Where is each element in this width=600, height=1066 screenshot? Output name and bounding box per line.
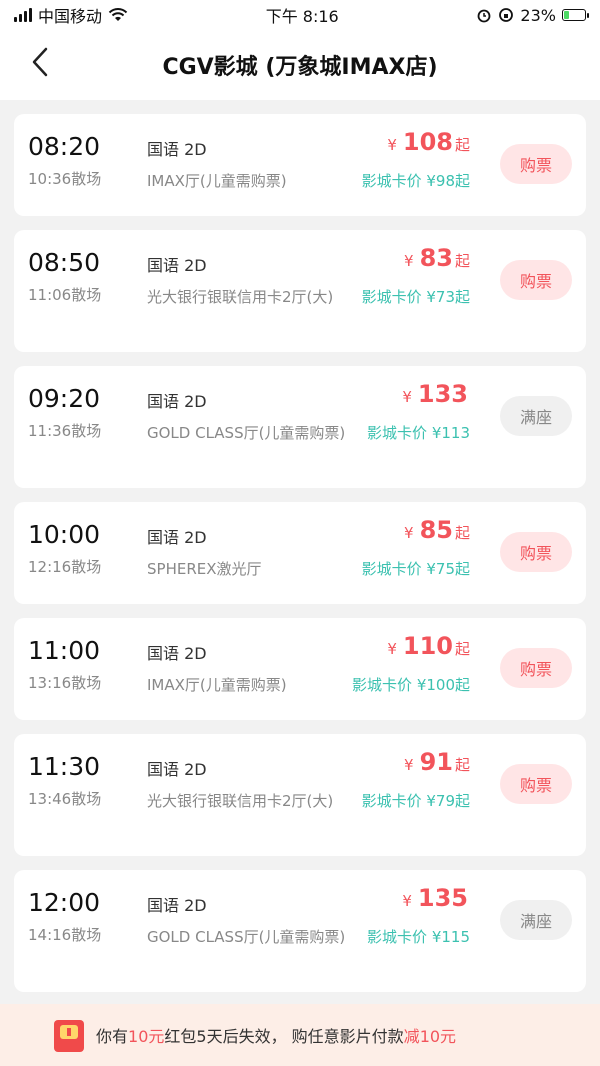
carrier-name: 中国移动 [38, 7, 103, 26]
language-format: 国语 2D [147, 140, 207, 159]
price-value: 83 [419, 244, 453, 272]
buy-ticket-button[interactable]: 购票 [500, 648, 572, 688]
price: ¥83 起 [404, 244, 470, 272]
hall-name: IMAX厅(儿童需购票) [147, 172, 287, 190]
price-value: 110 [402, 632, 453, 660]
alarm-icon [478, 9, 491, 23]
price: ¥110 起 [387, 632, 470, 660]
price-suffix: 起 [454, 136, 470, 154]
end-time: 11:36散场 [28, 422, 102, 440]
language-format: 国语 2D [147, 760, 207, 779]
yen-symbol: ¥ [402, 388, 412, 406]
end-time: 14:16散场 [28, 926, 102, 944]
start-time: 09:20 [28, 384, 101, 413]
price: ¥108 起 [387, 128, 470, 156]
hall-name: 光大银行银联信用卡2厅(大) [147, 288, 334, 306]
promo-text: 你有10元红包5天后失效， 购任意影片付款减10元 [96, 1023, 456, 1047]
price: ¥91 起 [404, 748, 470, 776]
language-format: 国语 2D [147, 896, 207, 915]
showtime-card[interactable]: 11:00 13:16散场 国语 2D IMAX厅(儿童需购票) ¥110 起影城卡价 ¥… [14, 618, 586, 720]
language-format: 国语 2D [147, 256, 207, 275]
back-button[interactable] [22, 44, 58, 80]
price-suffix: 起 [454, 252, 470, 270]
showtime-card[interactable]: 11:30 13:46散场 国语 2D 光大银行银联信用卡2厅(大) ¥91 起影城卡价 … [14, 734, 586, 856]
start-time: 08:20 [28, 132, 101, 161]
price-value: 91 [419, 748, 453, 776]
yen-symbol: ¥ [404, 524, 414, 542]
rotation-lock-icon [499, 8, 514, 22]
member-card-price: 影城卡价 ¥100起 [352, 676, 470, 694]
promo-amount: 10元 [419, 1027, 457, 1046]
price: ¥133 [402, 380, 470, 408]
price-value: 133 [417, 380, 468, 408]
price: ¥85 起 [404, 516, 470, 544]
buy-ticket-button[interactable]: 购票 [500, 532, 572, 572]
buy-ticket-button[interactable]: 购票 [500, 144, 572, 184]
language-format: 国语 2D [147, 392, 207, 411]
chevron-left-icon [32, 47, 48, 77]
end-time: 12:16散场 [28, 558, 102, 576]
promo-amount: 10元 [128, 1027, 165, 1046]
end-time: 13:46散场 [28, 790, 102, 808]
buy-ticket-button[interactable]: 购票 [500, 764, 572, 804]
language-format: 国语 2D [147, 644, 207, 663]
price: ¥135 [402, 884, 470, 912]
end-time: 11:06散场 [28, 286, 102, 304]
yen-symbol: ¥ [404, 252, 414, 270]
yen-symbol: ¥ [387, 640, 397, 658]
showtime-card[interactable]: 08:50 11:06散场 国语 2D 光大银行银联信用卡2厅(大) ¥83 起影城卡价 … [14, 230, 586, 352]
battery-icon [561, 9, 589, 21]
signal-icon [14, 8, 32, 22]
start-time: 12:00 [28, 888, 101, 917]
yen-symbol: ¥ [402, 892, 412, 910]
member-card-price: 影城卡价 ¥113 [367, 424, 470, 442]
member-card-price: 影城卡价 ¥75起 [361, 560, 470, 578]
yen-symbol: ¥ [404, 756, 414, 774]
promo-text-part: 红包5天后失效， 购任意影片付款 [164, 1027, 404, 1046]
member-card-price: 影城卡价 ¥73起 [361, 288, 470, 306]
wifi-icon [108, 8, 128, 21]
price-value: 108 [402, 128, 453, 156]
language-format: 国语 2D [147, 528, 207, 547]
price-value: 135 [417, 884, 468, 912]
promo-text-part: 减 [403, 1027, 420, 1046]
nav-header: CGV影城 (万象城IMAX店) [0, 30, 600, 100]
price-suffix: 起 [454, 524, 470, 542]
end-time: 13:16散场 [28, 674, 102, 692]
showtime-card[interactable]: 08:20 10:36散场 国语 2D IMAX厅(儿童需购票) ¥108 起影城卡价 ¥… [14, 114, 586, 216]
end-time: 10:36散场 [28, 170, 102, 188]
red-packet-icon [54, 1020, 84, 1052]
hall-name: IMAX厅(儿童需购票) [147, 676, 287, 694]
hall-name: 光大银行银联信用卡2厅(大) [147, 792, 334, 810]
showtime-card[interactable]: 12:00 14:16散场 国语 2D GOLD CLASS厅(儿童需购票) ¥135 影… [14, 870, 586, 992]
status-bar: 中国移动 下午 8:16 23% [0, 0, 600, 30]
sold-out-button: 满座 [500, 396, 572, 436]
member-card-price: 影城卡价 ¥98起 [361, 172, 470, 190]
start-time: 11:00 [28, 636, 101, 665]
price-value: 85 [419, 516, 453, 544]
showtime-card[interactable]: 09:20 11:36散场 国语 2D GOLD CLASS厅(儿童需购票) ¥133 影… [14, 366, 586, 488]
promo-text-part: 你有 [96, 1027, 129, 1046]
yen-symbol: ¥ [387, 136, 397, 154]
page-title: CGV影城 (万象城IMAX店) [162, 55, 438, 80]
member-card-price: 影城卡价 ¥115 [367, 928, 470, 946]
showtime-card[interactable]: 10:00 12:16散场 国语 2D SPHEREX激光厅 ¥85 起影城卡价 ¥75起… [14, 502, 586, 604]
price-suffix: 起 [454, 640, 470, 658]
start-time: 11:30 [28, 752, 101, 781]
status-time: 下午 8:16 [265, 7, 339, 26]
buy-ticket-button[interactable]: 购票 [500, 260, 572, 300]
member-card-price: 影城卡价 ¥79起 [361, 792, 470, 810]
hall-name: SPHEREX激光厅 [147, 560, 262, 578]
battery-fill [563, 11, 569, 19]
status-right: 23% [476, 5, 589, 25]
start-time: 08:50 [28, 248, 101, 277]
price-suffix: 起 [454, 756, 470, 774]
promo-banner[interactable]: 你有10元红包5天后失效， 购任意影片付款减10元 [0, 1004, 600, 1066]
battery-percent: 23% [520, 5, 556, 25]
status-left: 中国移动 [14, 3, 128, 27]
hall-name: GOLD CLASS厅(儿童需购票) [147, 928, 346, 946]
hall-name: GOLD CLASS厅(儿童需购票) [147, 424, 346, 442]
start-time: 10:00 [28, 520, 101, 549]
sold-out-button: 满座 [500, 900, 572, 940]
